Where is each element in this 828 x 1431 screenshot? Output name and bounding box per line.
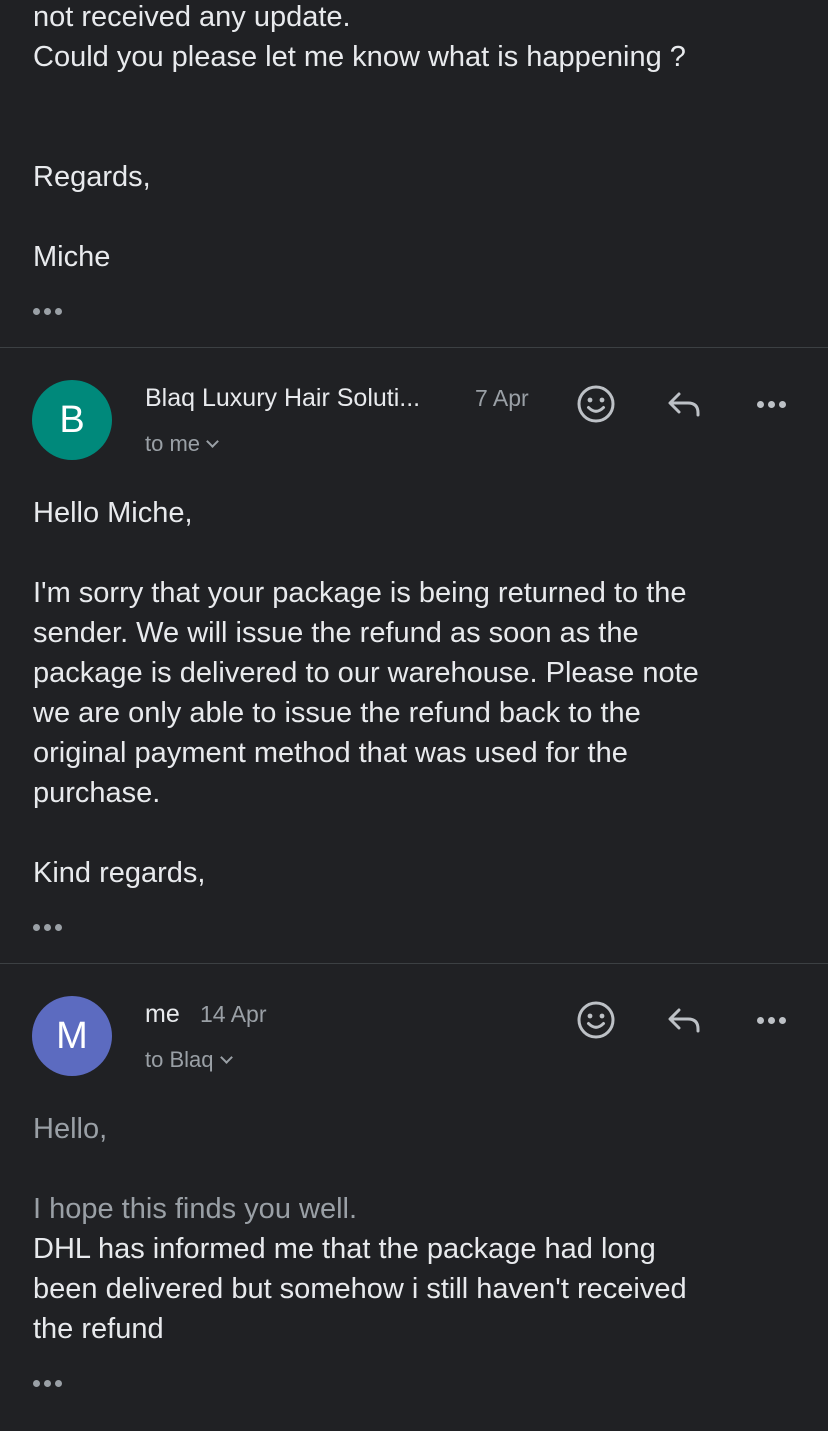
smiley-face-icon — [577, 1001, 615, 1039]
body-line: sender. We will issue the refund as soon… — [33, 617, 639, 649]
reply-arrow-icon — [668, 1008, 700, 1033]
more-options-button[interactable] — [747, 996, 795, 1044]
signature-text: Miche — [33, 241, 111, 273]
avatar[interactable]: B — [32, 380, 112, 460]
smiley-face-icon — [577, 385, 615, 423]
message-card: M me 14 Apr to Blaq Hello, I hope this f… — [0, 964, 828, 1431]
body-line: Could you please let me know what is hap… — [33, 41, 686, 73]
emoji-reaction-button[interactable] — [572, 380, 620, 428]
chevron-down-icon — [219, 1051, 233, 1064]
message-date: 14 Apr — [200, 1001, 267, 1027]
more-options-button[interactable] — [747, 380, 795, 428]
more-options-icon — [756, 400, 786, 408]
closing-text: Kind regards, — [33, 857, 206, 889]
more-options-icon — [756, 1016, 786, 1024]
greeting-text: Hello Miche, — [33, 497, 193, 529]
emoji-reaction-button[interactable] — [572, 996, 620, 1044]
show-trimmed-content-icon[interactable] — [33, 308, 62, 315]
chevron-down-icon — [206, 435, 219, 448]
reply-button[interactable] — [660, 380, 708, 428]
sender-name[interactable]: me — [145, 998, 180, 1030]
body-line: been delivered but somehow i still haven… — [33, 1273, 687, 1305]
sender-name[interactable]: Blaq Luxury Hair Soluti... — [145, 382, 420, 414]
recipient-toggle[interactable]: to Blaq — [145, 1045, 233, 1075]
body-line: purchase. — [33, 777, 161, 809]
message-card: B Blaq Luxury Hair Soluti... 7 Apr to me… — [0, 348, 828, 963]
body-line: the refund — [33, 1313, 164, 1345]
body-line: I'm sorry that your package is being ret… — [33, 577, 687, 609]
body-line: not received any update. — [33, 1, 351, 33]
previous-message: not received any update. Could you pleas… — [0, 0, 828, 347]
show-trimmed-content-icon[interactable] — [33, 924, 62, 931]
body-line: DHL has informed me that the package had… — [33, 1233, 656, 1265]
body-line: we are only able to issue the refund bac… — [33, 697, 641, 729]
recipient-label: to Blaq — [145, 1047, 214, 1072]
intro-text: I hope this finds you well. — [33, 1193, 358, 1225]
body-line: original payment method that was used fo… — [33, 737, 628, 769]
show-trimmed-content-icon[interactable] — [33, 1380, 62, 1387]
avatar[interactable]: M — [32, 996, 112, 1076]
recipient-label: to me — [145, 431, 201, 456]
reply-arrow-icon — [668, 392, 700, 417]
recipient-toggle[interactable]: to me — [145, 429, 219, 459]
greeting-text: Hello, — [33, 1113, 108, 1145]
closing-text: Regards, — [33, 161, 151, 193]
reply-button[interactable] — [660, 996, 708, 1044]
message-date: 7 Apr — [475, 385, 529, 411]
body-line: package is delivered to our warehouse. P… — [33, 657, 699, 689]
